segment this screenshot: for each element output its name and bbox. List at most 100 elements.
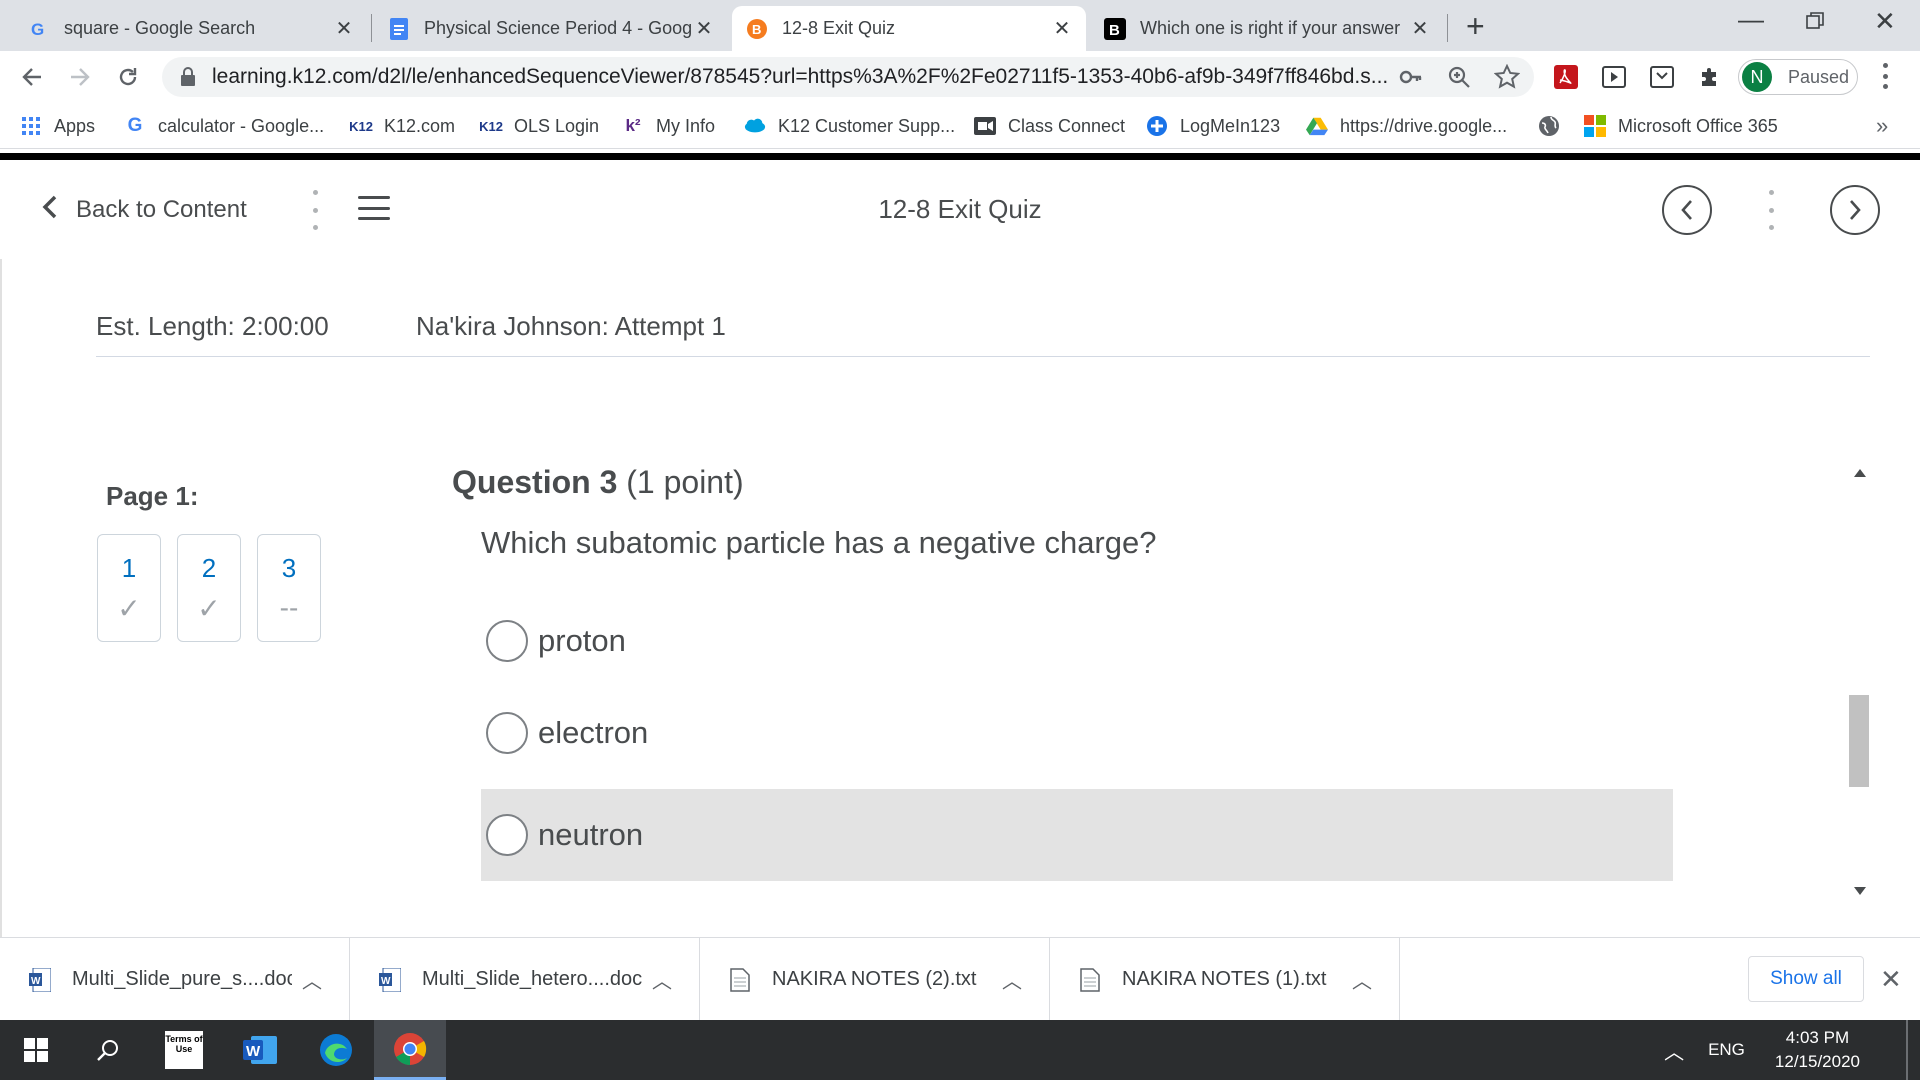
scroll-up-arrow-icon[interactable]	[1854, 469, 1866, 477]
profile-button[interactable]: N Paused	[1738, 59, 1858, 95]
minimize-icon[interactable]: —	[1738, 4, 1764, 35]
show-desktop-button[interactable]	[1906, 1020, 1908, 1080]
bookmark-k12[interactable]: K12 K12.com	[349, 114, 455, 138]
edge-app-icon[interactable]	[300, 1020, 372, 1080]
browser-tab-exit-quiz[interactable]: B 12-8 Exit Quiz ✕	[732, 6, 1086, 51]
bookmark-customer-support[interactable]: K12 Customer Supp...	[744, 114, 955, 138]
terms-of-use-app-icon[interactable]: Terms of Use	[148, 1020, 220, 1080]
clock[interactable]: 4:03 PM 12/15/2020	[1775, 1026, 1860, 1074]
zoom-icon[interactable]	[1447, 65, 1471, 94]
close-tab-icon[interactable]: ✕	[1410, 16, 1430, 41]
chevron-up-icon[interactable]: ︿	[302, 965, 322, 994]
chevron-up-icon[interactable]: ︿	[652, 965, 672, 994]
windows-start-icon[interactable]	[0, 1020, 72, 1080]
question-nav-2[interactable]: 2 ✓	[177, 534, 241, 642]
more-bookmarks-icon[interactable]: »	[1876, 113, 1888, 139]
chevron-up-icon[interactable]: ︿	[1664, 1036, 1684, 1065]
answer-choice-electron[interactable]: electron	[481, 687, 1673, 779]
chevron-up-icon[interactable]: ︿	[1352, 965, 1372, 994]
page-title: 12-8 Exit Quiz	[878, 194, 1042, 224]
answer-label[interactable]: electron	[538, 715, 648, 751]
terms-of-use-label: Terms of Use	[165, 1031, 203, 1069]
tab-title: Which one is right if your answer	[1140, 18, 1401, 38]
url-text[interactable]: learning.k12.com/d2l/le/enhancedSequence…	[212, 65, 1392, 89]
download-item[interactable]: NAKIRA NOTES (2).txt ︿	[700, 938, 1050, 1021]
download-item[interactable]: W Multi_Slide_hetero....doc ︿	[350, 938, 700, 1021]
bookmark-class-connect[interactable]: Class Connect	[974, 114, 1125, 138]
tab-divider	[371, 14, 372, 42]
bookmark-calculator[interactable]: G calculator - Google...	[124, 114, 324, 138]
question-nav-3[interactable]: 3 --	[257, 534, 321, 642]
search-icon[interactable]	[72, 1020, 144, 1080]
close-tab-icon[interactable]: ✕	[1052, 16, 1072, 41]
download-filename: Multi_Slide_hetero....doc	[422, 968, 642, 990]
text-file-icon	[728, 967, 752, 993]
tab-title: square - Google Search	[64, 18, 256, 38]
chevron-up-icon[interactable]: ︿	[1002, 965, 1022, 994]
bookmark-office-365[interactable]: Microsoft Office 365	[1584, 114, 1778, 138]
lock-icon[interactable]	[180, 67, 196, 92]
back-arrow-icon[interactable]	[14, 59, 50, 95]
answer-label[interactable]: proton	[538, 623, 626, 659]
bookmark-ols-login[interactable]: K12 OLS Login	[479, 114, 599, 138]
question-text: Which subatomic particle has a negative …	[481, 525, 1157, 560]
acrobat-extension-icon[interactable]	[1552, 63, 1580, 91]
scroll-down-arrow-icon[interactable]	[1854, 887, 1866, 895]
chevron-right-icon	[1850, 200, 1861, 220]
save-extension-icon[interactable]	[1648, 63, 1676, 91]
download-item[interactable]: NAKIRA NOTES (1).txt ︿	[1050, 938, 1400, 1021]
bookmark-apps[interactable]: Apps	[20, 114, 95, 138]
content-header: Back to Content 12-8 Exit Quiz	[0, 160, 1920, 259]
answer-choice-neutron[interactable]: neutron	[481, 789, 1673, 881]
radio-button[interactable]	[486, 814, 528, 856]
svg-text:B: B	[752, 22, 761, 37]
k12-icon: k²	[625, 116, 641, 135]
tab-divider	[1447, 14, 1448, 42]
restore-icon[interactable]	[1806, 12, 1824, 30]
address-bar[interactable]: learning.k12.com/d2l/le/enhancedSequence…	[162, 57, 1534, 97]
bookmark-my-info[interactable]: k² My Info	[622, 114, 715, 138]
browser-menu-icon[interactable]	[1882, 63, 1888, 89]
browser-tab-docs[interactable]: Physical Science Period 4 - Goog ✕	[374, 6, 728, 51]
question-nav-1[interactable]: 1 ✓	[97, 534, 161, 642]
text-file-icon	[1078, 967, 1102, 993]
drive-icon	[1306, 115, 1328, 137]
close-tab-icon[interactable]: ✕	[694, 16, 714, 41]
answered-check-icon: ✓	[117, 593, 141, 624]
est-length: Est. Length: 2:00:00	[96, 311, 329, 341]
word-app-icon[interactable]: W	[224, 1020, 296, 1080]
extensions-puzzle-icon[interactable]	[1696, 63, 1724, 91]
video-extension-icon[interactable]	[1600, 63, 1628, 91]
close-tab-icon[interactable]: ✕	[334, 16, 354, 41]
scrollbar-thumb[interactable]	[1849, 695, 1869, 787]
close-downloads-icon[interactable]: ✕	[1880, 964, 1902, 995]
key-icon[interactable]	[1399, 66, 1423, 93]
radio-button[interactable]	[486, 620, 528, 662]
browser-tab-brainly[interactable]: B Which one is right if your answer ✕	[1090, 6, 1444, 51]
answer-label[interactable]: neutron	[538, 817, 643, 853]
word-doc-icon: W	[378, 967, 402, 993]
close-window-icon[interactable]: ✕	[1874, 6, 1896, 37]
question-scrollbar[interactable]	[1848, 469, 1870, 895]
show-all-downloads-button[interactable]: Show all	[1748, 956, 1864, 1002]
forward-arrow-icon[interactable]	[62, 59, 98, 95]
reload-icon[interactable]	[110, 59, 146, 95]
bookmark-drive[interactable]: https://drive.google...	[1306, 114, 1507, 138]
tab-title: Physical Science Period 4 - Goog	[424, 18, 693, 38]
globe-icon	[1538, 115, 1560, 137]
answer-choice-proton[interactable]: proton	[481, 595, 1673, 687]
new-tab-icon[interactable]: +	[1466, 8, 1485, 45]
download-filename: NAKIRA NOTES (1).txt	[1122, 968, 1327, 990]
radio-button[interactable]	[486, 712, 528, 754]
next-topic-button[interactable]	[1830, 185, 1880, 235]
bookmarks-bar: Apps G calculator - Google... K12 K12.co…	[0, 103, 1920, 149]
bookmark-globe[interactable]	[1538, 114, 1572, 138]
language-indicator[interactable]: ENG	[1708, 1040, 1745, 1060]
browser-tab-google-search[interactable]: G square - Google Search ✕	[14, 6, 368, 51]
bookmark-star-icon[interactable]	[1493, 63, 1521, 95]
bookmark-logmein[interactable]: LogMeIn123	[1146, 114, 1280, 138]
bookmark-label: K12 Customer Supp...	[778, 115, 956, 136]
chrome-app-icon[interactable]	[374, 1020, 446, 1080]
download-item[interactable]: W Multi_Slide_pure_s....doc ︿	[0, 938, 350, 1021]
previous-topic-button[interactable]	[1662, 185, 1712, 235]
